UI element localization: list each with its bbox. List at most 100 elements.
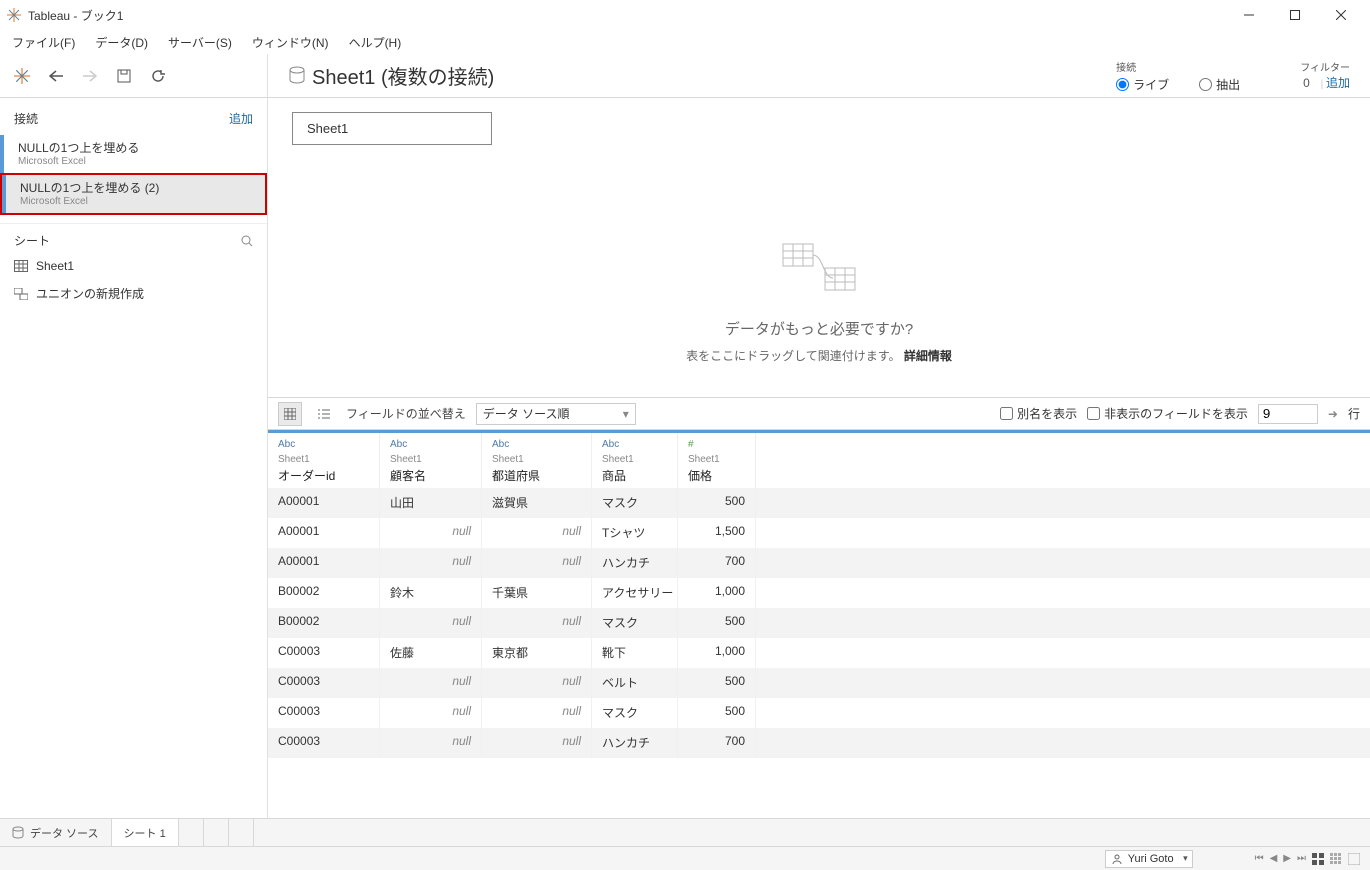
add-connection-link[interactable]: 追加	[229, 110, 253, 127]
connection-item-1[interactable]: NULLの1つ上を埋める Microsoft Excel	[0, 135, 267, 173]
table-row[interactable]: C00003nullnullマスク500	[268, 698, 1370, 728]
refresh-button[interactable]	[148, 66, 168, 86]
nav-last-icon[interactable]: ⏭	[1297, 853, 1306, 864]
connection-live-radio[interactable]: ライブ	[1116, 76, 1169, 93]
filter-add-link[interactable]: 追加	[1326, 76, 1350, 90]
table-cell: ハンカチ	[592, 728, 678, 758]
titlebar: Tableau - ブック1	[0, 0, 1370, 30]
table-cell: ハンカチ	[592, 548, 678, 578]
table-cell: null	[482, 518, 592, 548]
nav-prev-icon[interactable]: ◀	[1270, 853, 1278, 864]
window-close-button[interactable]	[1318, 0, 1364, 30]
statusbar: Yuri Goto ⏮ ◀ ▶ ⏭	[0, 846, 1370, 870]
table-cell: A00001	[268, 548, 380, 578]
menu-file[interactable]: ファイル(F)	[4, 32, 83, 53]
table-cell: 靴下	[592, 638, 678, 668]
datagrid: AbcSheet1オーダーidAbcSheet1顧客名AbcSheet1都道府県…	[268, 430, 1370, 758]
table-cell: B00002	[268, 578, 380, 608]
table-cell: 東京都	[482, 638, 592, 668]
column-header-3[interactable]: AbcSheet1商品	[592, 433, 678, 488]
datagrid-toolbar: フィールドの並べ替え データ ソース順▾ 別名を表示 非表示のフィールドを表示 …	[268, 398, 1370, 430]
menu-data[interactable]: データ(D)	[87, 32, 156, 53]
table-row[interactable]: A00001nullnullハンカチ700	[268, 548, 1370, 578]
new-union-button[interactable]: ユニオンの新規作成	[0, 279, 267, 308]
table-cell: null	[380, 668, 482, 698]
row-count-input[interactable]	[1258, 404, 1318, 424]
table-cell: 1,000	[678, 638, 756, 668]
connections-header: 接続	[14, 110, 38, 127]
table-pill-sheet1[interactable]: Sheet1	[292, 112, 492, 145]
view-mode-3-icon[interactable]	[1348, 853, 1360, 865]
table-cell: 500	[678, 488, 756, 518]
filter-label: フィルター	[1300, 59, 1350, 74]
window-minimize-button[interactable]	[1226, 0, 1272, 30]
connection-item-2-highlight-box: NULLの1つ上を埋める (2) Microsoft Excel	[0, 173, 267, 215]
union-icon	[14, 288, 28, 300]
learn-more-link[interactable]: 詳細情報	[904, 349, 952, 363]
table-row[interactable]: A00001nullnullTシャツ1,500	[268, 518, 1370, 548]
table-cell: A00001	[268, 518, 380, 548]
user-dropdown[interactable]: Yuri Goto	[1105, 850, 1193, 868]
column-header-0[interactable]: AbcSheet1オーダーid	[268, 433, 380, 488]
datasource-cylinder-icon	[288, 66, 306, 86]
new-dashboard-button[interactable]	[204, 819, 229, 846]
forward-button[interactable]	[80, 66, 100, 86]
filter-count: 0	[1303, 76, 1310, 90]
tab-sheet1[interactable]: シート 1	[112, 819, 179, 846]
table-row[interactable]: B00002nullnullマスク500	[268, 608, 1370, 638]
table-cell: 700	[678, 728, 756, 758]
tables-link-icon	[268, 238, 1370, 298]
table-row[interactable]: C00003nullnullベルト500	[268, 668, 1370, 698]
table-cell: C00003	[268, 698, 380, 728]
column-header-2[interactable]: AbcSheet1都道府県	[482, 433, 592, 488]
view-mode-1-icon[interactable]	[1312, 853, 1324, 865]
back-button[interactable]	[46, 66, 66, 86]
tableau-logo-small-icon[interactable]	[12, 66, 32, 86]
table-cell: 500	[678, 668, 756, 698]
menu-help[interactable]: ヘルプ(H)	[341, 32, 410, 53]
new-worksheet-button[interactable]	[179, 819, 204, 846]
table-cell: null	[380, 608, 482, 638]
sheet-item-sheet1[interactable]: Sheet1	[0, 253, 267, 279]
table-row[interactable]: C00003nullnullハンカチ700	[268, 728, 1370, 758]
tab-datasource[interactable]: データ ソース	[0, 819, 112, 846]
save-button[interactable]	[114, 66, 134, 86]
nav-first-icon[interactable]: ⏮	[1255, 853, 1264, 864]
table-row[interactable]: C00003佐藤東京都靴下1,000	[268, 638, 1370, 668]
sheets-search-icon[interactable]	[241, 235, 253, 247]
table-cell: null	[380, 548, 482, 578]
list-view-toggle[interactable]	[312, 402, 336, 426]
menu-window[interactable]: ウィンドウ(N)	[244, 32, 337, 53]
nav-next-icon[interactable]: ▶	[1283, 853, 1291, 864]
field-sort-select[interactable]: データ ソース順▾	[476, 403, 636, 425]
join-canvas[interactable]: Sheet1 データがもっと必要ですか? 表をここにドラッグして関連付けます。 …	[268, 98, 1370, 398]
column-header-1[interactable]: AbcSheet1顧客名	[380, 433, 482, 488]
new-story-button[interactable]	[229, 819, 254, 846]
nav-controls[interactable]: ⏮ ◀ ▶ ⏭	[1255, 853, 1306, 864]
field-sort-label: フィールドの並べ替え	[346, 405, 466, 422]
show-hidden-fields-checkbox[interactable]: 非表示のフィールドを表示	[1087, 405, 1248, 422]
sheet-table-icon	[14, 260, 28, 272]
table-cell: B00002	[268, 608, 380, 638]
table-cell: null	[482, 548, 592, 578]
show-aliases-checkbox[interactable]: 別名を表示	[1000, 405, 1077, 422]
menu-server[interactable]: サーバー(S)	[160, 32, 240, 53]
connection-extract-radio[interactable]: 抽出	[1199, 76, 1240, 93]
go-arrow-icon[interactable]: ➜	[1328, 407, 1338, 421]
window-maximize-button[interactable]	[1272, 0, 1318, 30]
table-cell: null	[482, 668, 592, 698]
table-cell: Tシャツ	[592, 518, 678, 548]
table-row[interactable]: B00002鈴木千葉県アクセサリー1,000	[268, 578, 1370, 608]
grid-view-toggle[interactable]	[278, 402, 302, 426]
table-cell: 鈴木	[380, 578, 482, 608]
view-mode-2-icon[interactable]	[1330, 853, 1342, 865]
canvas-drop-hint: データがもっと必要ですか? 表をここにドラッグして関連付けます。 詳細情報	[268, 238, 1370, 364]
connection-item-2[interactable]: NULLの1つ上を埋める (2) Microsoft Excel	[2, 175, 265, 213]
table-cell: 佐藤	[380, 638, 482, 668]
column-header-4[interactable]: #Sheet1価格	[678, 433, 756, 488]
datasource-title[interactable]: Sheet1 (複数の接続)	[312, 61, 494, 90]
table-cell: 700	[678, 548, 756, 578]
tableau-logo-icon	[6, 7, 22, 23]
table-cell: null	[482, 608, 592, 638]
table-row[interactable]: A00001山田滋賀県マスク500	[268, 488, 1370, 518]
